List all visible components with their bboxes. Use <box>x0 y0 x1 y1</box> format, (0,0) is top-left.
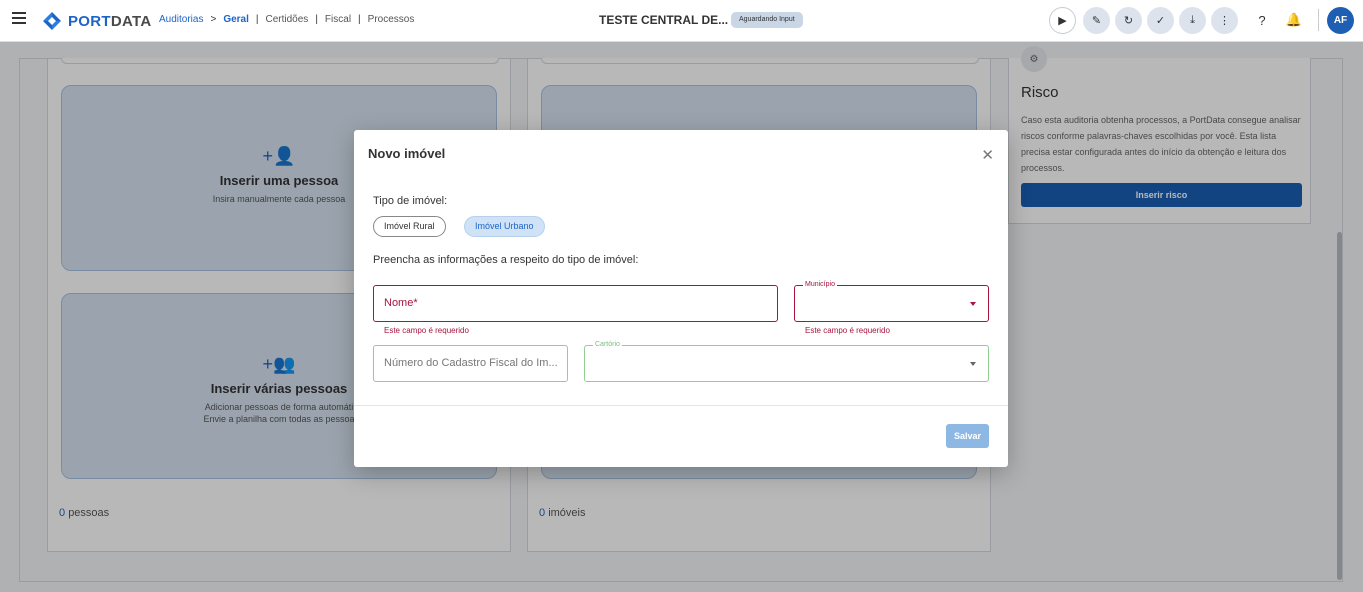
breadcrumb-sep: | <box>358 14 361 25</box>
page-title: TESTE CENTRAL DE... <box>599 13 729 27</box>
breadcrumb-auditorias[interactable]: Auditorias <box>159 14 203 25</box>
cadastro-fiscal-field[interactable]: Número do Cadastro Fiscal do Im... <box>373 345 568 382</box>
logo-text: PORTDATA <box>68 12 152 30</box>
chevron-down-icon <box>970 362 976 366</box>
modal-divider <box>354 405 1008 406</box>
instructions-label: Preencha as informações a respeito do ti… <box>373 254 639 266</box>
save-button[interactable]: Salvar <box>946 424 989 448</box>
new-property-modal: Novo imóvel ✕ Tipo de imóvel: Imóvel Rur… <box>354 130 1008 467</box>
municipio-error: Este campo é requerido <box>805 326 890 335</box>
portdata-logo-icon <box>43 12 61 30</box>
play-icon[interactable]: ▶ <box>1049 7 1076 34</box>
breadcrumb-sep: | <box>255 14 259 25</box>
logo[interactable]: PORTDATA <box>42 11 152 31</box>
menu-icon[interactable] <box>12 12 26 24</box>
status-badge: Aguardando Input <box>731 12 803 28</box>
close-icon[interactable]: ✕ <box>981 146 994 164</box>
breadcrumb-sep: | <box>315 14 318 25</box>
refresh-icon[interactable]: ↻ <box>1115 7 1142 34</box>
edit-icon[interactable]: ✎ <box>1083 7 1110 34</box>
nome-field[interactable]: Nome* <box>373 285 778 322</box>
tab-certidoes[interactable]: Certidões <box>266 14 309 25</box>
chip-imovel-rural[interactable]: Imóvel Rural <box>373 216 446 237</box>
more-vertical-icon[interactable]: ⋮ <box>1211 7 1238 34</box>
nome-error: Este campo é requerido <box>384 326 469 335</box>
nome-placeholder: Nome* <box>384 297 418 309</box>
cadastro-placeholder: Número do Cadastro Fiscal do Im... <box>384 357 558 369</box>
cartorio-label: Cartório <box>593 340 622 350</box>
tab-geral[interactable]: Geral <box>223 14 249 25</box>
municipio-select[interactable]: Município <box>794 280 989 322</box>
tab-processos[interactable]: Processos <box>368 14 415 25</box>
bell-icon[interactable]: 🔔 <box>1284 10 1304 30</box>
tab-fiscal[interactable]: Fiscal <box>325 14 351 25</box>
download-icon[interactable]: ⤓ <box>1179 7 1206 34</box>
avatar[interactable]: AF <box>1327 7 1354 34</box>
top-bar: PORTDATA Auditorias > Geral | Certidões … <box>0 0 1363 42</box>
property-type-label: Tipo de imóvel: <box>373 195 448 207</box>
cartorio-select[interactable]: Cartório <box>584 340 989 382</box>
header-divider <box>1318 9 1319 31</box>
municipio-label: Município <box>803 280 837 290</box>
breadcrumb-arrow: > <box>210 14 217 25</box>
help-icon[interactable]: ? <box>1252 10 1272 30</box>
modal-title: Novo imóvel <box>368 146 446 161</box>
breadcrumb: Auditorias > Geral | Certidões | Fiscal … <box>159 14 414 25</box>
chevron-down-icon <box>970 302 976 306</box>
chip-imovel-urbano[interactable]: Imóvel Urbano <box>464 216 545 237</box>
shield-check-icon[interactable]: ✓ <box>1147 7 1174 34</box>
